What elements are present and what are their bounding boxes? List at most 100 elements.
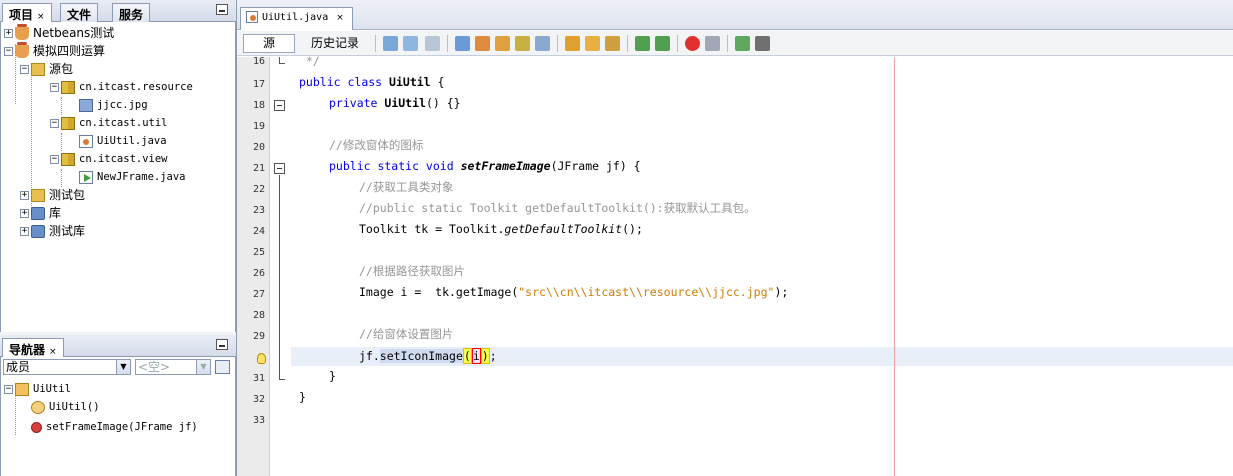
code-line-32: } bbox=[299, 390, 306, 404]
line-number: 25 bbox=[252, 247, 265, 258]
shift-right-icon[interactable] bbox=[655, 36, 670, 51]
forward-icon[interactable] bbox=[425, 36, 440, 51]
line-number: 19 bbox=[252, 121, 265, 132]
tree-item-libraries[interactable]: + 库 bbox=[20, 204, 61, 222]
project-tree: + Netbeans测试 − 模拟四则运算 − 源包 − cn.itcast.resou… bbox=[0, 22, 236, 332]
shift-left-icon[interactable] bbox=[635, 36, 650, 51]
tab-files[interactable]: 文件 bbox=[60, 3, 99, 22]
tree-item-label: cn.itcast.resource bbox=[79, 81, 193, 93]
line-number: 29 bbox=[252, 331, 265, 342]
package-icon bbox=[61, 152, 75, 166]
fold-collapse-icon[interactable] bbox=[274, 100, 285, 111]
package-icon bbox=[61, 80, 75, 94]
stop-macro-icon[interactable] bbox=[705, 36, 720, 51]
tree-item-label: cn.itcast.view bbox=[79, 153, 168, 165]
tab-navigator[interactable]: 导航器 × bbox=[2, 338, 64, 358]
collapse-icon[interactable]: − bbox=[4, 384, 13, 394]
tree-item-test-libraries[interactable]: + 测试库 bbox=[20, 222, 85, 240]
image-file-icon bbox=[79, 98, 93, 112]
expand-icon[interactable]: + bbox=[4, 29, 13, 38]
nav-item-constructor[interactable]: UiUtil() bbox=[31, 398, 100, 416]
tab-services[interactable]: 服务 bbox=[112, 3, 151, 22]
last-edit-icon[interactable] bbox=[383, 36, 398, 51]
tree-item-package-util[interactable]: − cn.itcast.util bbox=[50, 114, 168, 132]
expand-icon[interactable]: + bbox=[20, 191, 29, 200]
expand-icon[interactable]: + bbox=[20, 227, 29, 236]
uncomment-icon[interactable] bbox=[755, 36, 770, 51]
fold-margin bbox=[271, 57, 291, 476]
close-icon[interactable]: × bbox=[37, 12, 45, 22]
start-macro-icon[interactable] bbox=[685, 36, 700, 51]
tree-item-package-view[interactable]: − cn.itcast.view bbox=[50, 150, 168, 168]
tree-item-source-packages[interactable]: − 源包 bbox=[20, 60, 73, 78]
library-icon bbox=[31, 225, 45, 238]
code-line-31: } bbox=[329, 369, 336, 383]
nav-item-method-setframeimage[interactable]: setFrameImage(JFrame jf) bbox=[31, 418, 198, 436]
editor-panel: UiUtil.java × 源 历史记录 16 17 18 19 20 21 2… bbox=[236, 0, 1233, 476]
collapse-icon[interactable]: − bbox=[50, 154, 59, 164]
toggle-highlight-icon[interactable] bbox=[515, 36, 530, 51]
line-number: 21 bbox=[252, 163, 265, 174]
collapse-icon[interactable]: − bbox=[4, 47, 13, 56]
tree-item-package-resource[interactable]: − cn.itcast.resource bbox=[50, 78, 193, 96]
editor-tabbar: UiUtil.java × bbox=[237, 0, 1233, 30]
previous-bookmark-icon[interactable] bbox=[565, 36, 580, 51]
line-number: 16 bbox=[252, 56, 265, 67]
tree-item-test-packages[interactable]: + 测试包 bbox=[20, 186, 85, 204]
source-mode-button[interactable]: 源 bbox=[243, 34, 295, 53]
close-icon[interactable]: × bbox=[336, 13, 344, 23]
tree-item-label: Netbeans测试 bbox=[33, 26, 115, 40]
navigator-tabbar: 导航器 × bbox=[0, 335, 236, 358]
rectangular-select-icon[interactable] bbox=[535, 36, 550, 51]
tab-projects[interactable]: 项目 × bbox=[2, 3, 52, 23]
chevron-down-icon[interactable]: ▼ bbox=[116, 360, 130, 374]
code-line-30: jf.setIconImage(i); bbox=[359, 348, 497, 364]
history-mode-button[interactable]: 历史记录 bbox=[301, 34, 369, 53]
next-bookmark-icon[interactable] bbox=[585, 36, 600, 51]
tree-item-netbeans-test[interactable]: + Netbeans测试 bbox=[4, 24, 114, 42]
line-number: 31 bbox=[252, 373, 265, 384]
comment-icon[interactable] bbox=[735, 36, 750, 51]
expand-icon[interactable]: + bbox=[20, 209, 29, 218]
collapse-icon[interactable]: − bbox=[20, 65, 29, 74]
java-file-icon bbox=[246, 11, 258, 23]
code-line-24: Toolkit tk = Toolkit.getDefaultToolkit()… bbox=[359, 222, 643, 236]
close-icon[interactable]: × bbox=[49, 347, 57, 357]
tree-item-newjframe-java[interactable]: NewJFrame.java bbox=[79, 168, 186, 186]
line-number: 22 bbox=[252, 184, 265, 195]
nav-item-class-uiutil[interactable]: − UiUtil bbox=[4, 380, 71, 398]
toggle-bookmark-icon[interactable] bbox=[605, 36, 620, 51]
tree-item-uiutil-java[interactable]: UiUtil.java bbox=[79, 132, 167, 150]
find-previous-icon[interactable] bbox=[475, 36, 490, 51]
collapse-icon[interactable]: − bbox=[50, 82, 59, 92]
back-icon[interactable] bbox=[403, 36, 418, 51]
tree-item-jjcc-jpg[interactable]: jjcc.jpg bbox=[79, 96, 148, 114]
method-icon bbox=[31, 421, 42, 433]
minimize-window-button[interactable] bbox=[216, 4, 228, 15]
filter-options-icon[interactable] bbox=[215, 360, 230, 374]
secondary-filter-select[interactable]: <空> ▼ bbox=[135, 359, 211, 375]
form-file-icon bbox=[79, 170, 93, 184]
tree-item-label: jjcc.jpg bbox=[97, 99, 148, 111]
nav-item-label: UiUtil() bbox=[49, 401, 100, 413]
tree-item-label: UiUtil.java bbox=[97, 135, 167, 147]
coffee-cup-icon bbox=[15, 24, 29, 40]
lightbulb-hint-icon[interactable] bbox=[257, 353, 266, 364]
test-folder-icon bbox=[31, 189, 45, 202]
fold-collapse-icon[interactable] bbox=[274, 163, 285, 174]
collapse-icon[interactable]: − bbox=[50, 118, 59, 128]
chevron-down-icon[interactable]: ▼ bbox=[196, 360, 210, 374]
code-line-29: //给窗体设置图片 bbox=[359, 327, 454, 341]
code-area[interactable]: */ public class UiUtil { private UiUtil(… bbox=[291, 54, 1233, 476]
code-line-17: public class UiUtil { bbox=[299, 75, 445, 89]
minimize-window-button[interactable] bbox=[216, 339, 228, 350]
find-next-icon[interactable] bbox=[495, 36, 510, 51]
tree-item-simulate-arithmetic[interactable]: − 模拟四则运算 bbox=[4, 42, 105, 60]
coffee-cup-icon bbox=[15, 42, 29, 58]
tree-item-label: 源包 bbox=[49, 62, 74, 76]
left-panels: 项目 × 文件 服务 + Netbeans测试 − 模拟四则运算 − 源包 − cn.it… bbox=[0, 0, 236, 476]
tree-item-label: NewJFrame.java bbox=[97, 171, 186, 183]
member-filter-select[interactable]: 成员 ▼ bbox=[3, 359, 131, 375]
search-icon[interactable] bbox=[455, 36, 470, 51]
editor-tab-uiutil[interactable]: UiUtil.java × bbox=[240, 7, 353, 30]
